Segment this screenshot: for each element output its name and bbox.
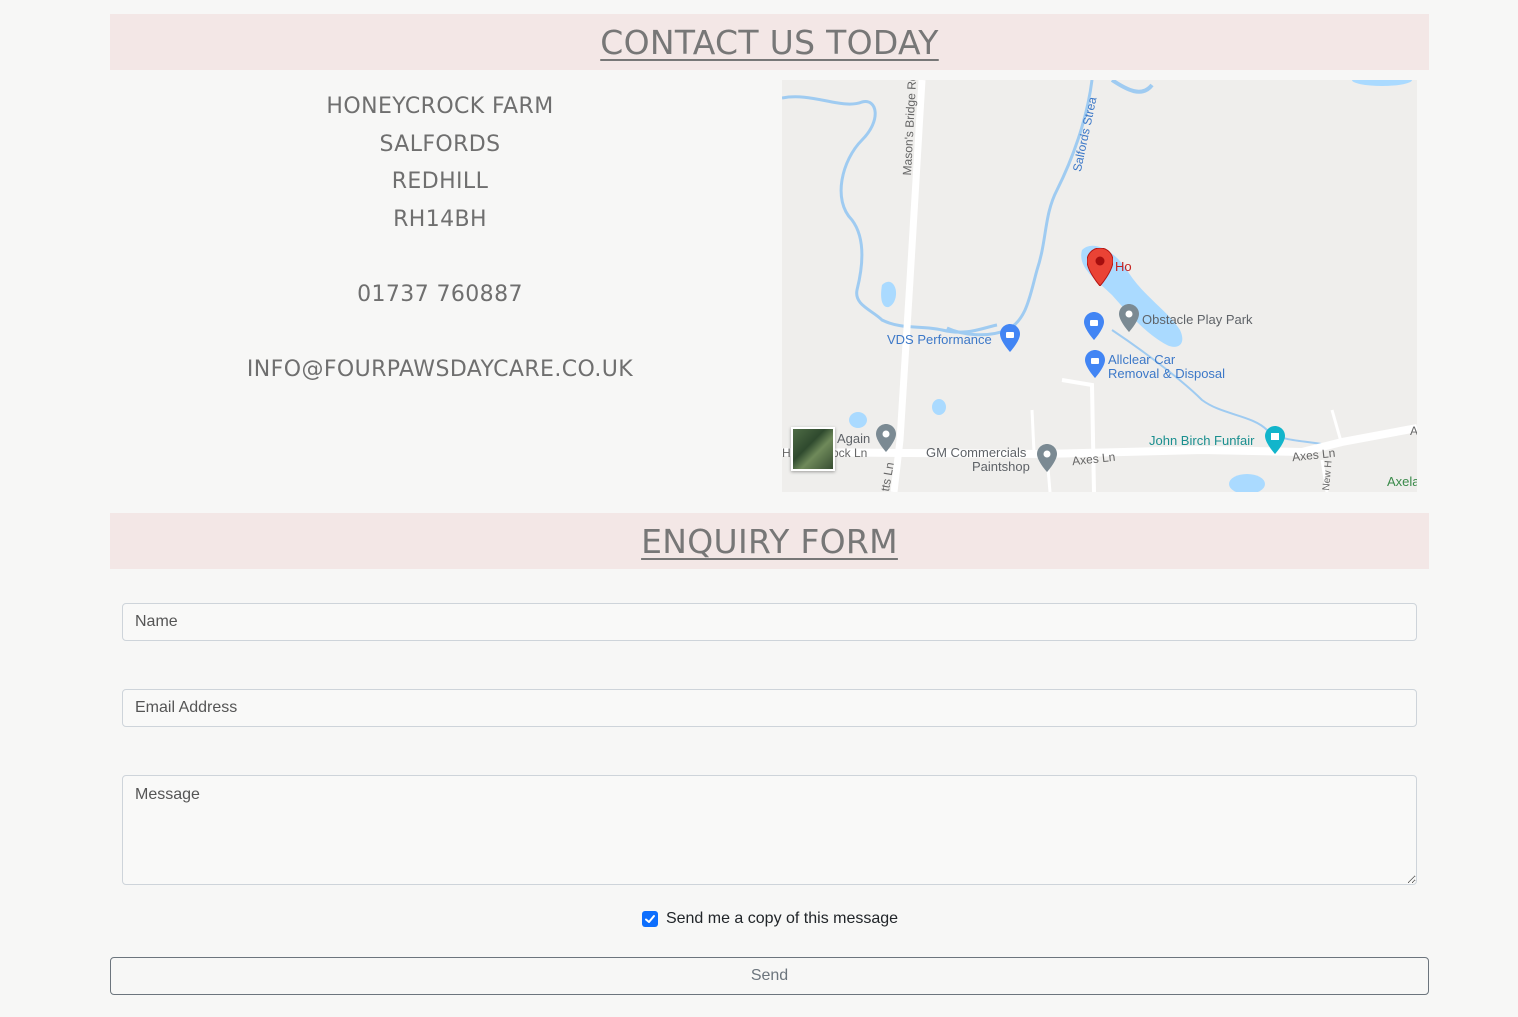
send-button[interactable]: Send xyxy=(110,957,1429,995)
vds-performance-label: VDS Performance xyxy=(887,332,992,347)
message-textarea[interactable] xyxy=(122,775,1417,885)
allclear-label-line2: Removal & Disposal xyxy=(1108,366,1226,381)
email-address: INFO@FOURPAWSDAYCARE.CO.UK xyxy=(246,356,634,382)
funfair-pin-icon[interactable] xyxy=(1265,426,1285,454)
copy-checkbox-row: Send me a copy of this message xyxy=(0,910,1518,928)
checkmark-icon xyxy=(644,915,655,923)
satellite-view-toggle[interactable] xyxy=(791,427,835,471)
again-pin-icon[interactable] xyxy=(876,424,896,452)
enquiry-heading: ENQUIRY FORM xyxy=(641,521,898,561)
place-label-axela: Axela xyxy=(1387,474,1417,489)
road-label-honeycrock-prefix: H xyxy=(782,446,791,460)
allclear-pin-icon[interactable] xyxy=(1085,350,1105,378)
name-input[interactable] xyxy=(122,603,1417,641)
gm-commercials-label-line1: GM Commercials xyxy=(926,445,1027,460)
road-label-edge-a: A xyxy=(1410,424,1417,438)
copy-checkbox-label[interactable]: Send me a copy of this message xyxy=(666,910,898,928)
allclear-label-line1: Allclear Car xyxy=(1108,352,1176,367)
address-line-locality: SALFORDS xyxy=(379,131,501,157)
address-line-postcode: RH14BH xyxy=(393,206,487,232)
address-line-farm: HONEYCROCK FARM xyxy=(326,94,554,119)
again-label: Again xyxy=(837,431,871,446)
shopping-pin-icon[interactable] xyxy=(1084,312,1104,340)
funfair-label: John Birch Funfair xyxy=(1149,433,1255,448)
contact-heading: CONTACT US TODAY xyxy=(600,22,939,62)
address-block: HONEYCROCK FARM SALFORDS REDHILL RH14BH … xyxy=(110,88,770,388)
selected-location-pin-icon[interactable] xyxy=(1087,248,1113,286)
gm-commercials-pin-icon[interactable] xyxy=(1037,444,1057,472)
vds-performance-pin-icon[interactable] xyxy=(1000,324,1020,352)
selected-place-label: Ho xyxy=(1115,259,1132,274)
road-label-honeycrock-ln: ock Ln xyxy=(832,446,868,460)
address-line-town: REDHILL xyxy=(391,169,489,194)
enquiry-banner: ENQUIRY FORM xyxy=(110,513,1429,569)
contact-banner: CONTACT US TODAY xyxy=(110,14,1429,70)
gm-commercials-label-line2: Paintshop xyxy=(972,459,1030,474)
phone-number: 01737 760887 xyxy=(357,281,523,307)
email-input[interactable] xyxy=(122,689,1417,727)
embedded-map[interactable]: Mason's Bridge Rd Salfords Strea Axes Ln… xyxy=(782,80,1417,492)
copy-checkbox[interactable] xyxy=(641,911,658,927)
obstacle-park-pin-icon[interactable] xyxy=(1119,304,1139,332)
obstacle-park-label: Obstacle Play Park xyxy=(1142,312,1253,327)
